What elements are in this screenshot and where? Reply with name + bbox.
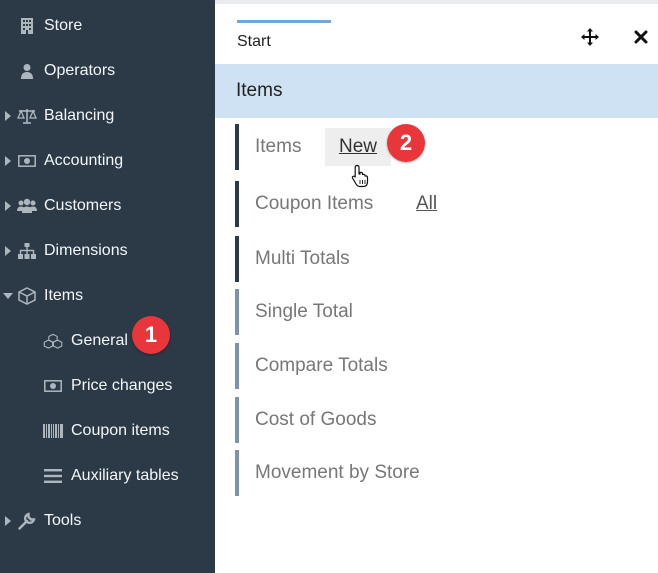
money-bill-icon xyxy=(17,151,37,171)
cubes-icon xyxy=(43,331,63,351)
balance-scale-icon xyxy=(17,106,37,126)
caret-right-icon[interactable] xyxy=(5,201,11,211)
all-link[interactable]: All xyxy=(416,193,437,215)
tab-start[interactable]: Start xyxy=(237,20,331,60)
caret-right-icon[interactable] xyxy=(5,111,11,121)
sidebar-item-label: Store xyxy=(44,17,83,34)
sidebar-item-label: Coupon items xyxy=(71,422,170,439)
hand-pointer-icon xyxy=(351,164,371,188)
report-row-movement-by-store[interactable]: Movement by Store xyxy=(235,450,655,496)
report-row-label: Items xyxy=(255,136,302,157)
money-bill-icon xyxy=(43,376,63,396)
sidebar: Store Operators Balancing Accounting Cus… xyxy=(0,0,215,573)
caret-right-icon[interactable] xyxy=(5,156,11,166)
sidebar-item-label: Customers xyxy=(44,197,122,214)
sidebar-item-label: Operators xyxy=(44,62,116,79)
report-row-multi-totals[interactable]: Multi Totals xyxy=(235,236,655,282)
sidebar-item-label: General xyxy=(71,332,128,349)
section-header-items: Items xyxy=(215,64,658,118)
report-row-coupon-items: Coupon Items All xyxy=(235,181,655,227)
new-link[interactable]: New xyxy=(325,128,391,166)
step-badge-1: 1 xyxy=(132,316,170,354)
sidebar-subitem-price-changes[interactable]: Price changes xyxy=(0,371,215,401)
sidebar-item-customers[interactable]: Customers xyxy=(0,191,215,221)
users-icon xyxy=(17,196,37,216)
sidebar-subitem-auxiliary-tables[interactable]: Auxiliary tables xyxy=(0,461,215,491)
sidebar-item-tools[interactable]: Tools xyxy=(0,506,215,536)
report-row-items: Items New xyxy=(235,124,655,170)
sidebar-subitem-coupon-items[interactable]: Coupon items xyxy=(0,416,215,446)
wrench-icon xyxy=(17,511,37,531)
close-icon[interactable] xyxy=(633,29,649,45)
sidebar-item-label: Accounting xyxy=(44,152,124,169)
report-row-label: Cost of Goods xyxy=(255,409,377,430)
report-row-label: Coupon Items xyxy=(255,193,374,214)
report-row-label: Movement by Store xyxy=(255,462,420,483)
building-icon xyxy=(17,16,37,36)
report-row-single-total[interactable]: Single Total xyxy=(235,289,655,335)
report-row-label: Single Total xyxy=(255,301,353,322)
bars-icon xyxy=(43,466,63,486)
sidebar-item-label: Dimensions xyxy=(44,242,128,259)
sidebar-item-label: Balancing xyxy=(44,107,115,124)
move-icon[interactable] xyxy=(581,28,599,46)
user-icon xyxy=(17,61,37,81)
caret-right-icon[interactable] xyxy=(5,246,11,256)
sidebar-item-items[interactable]: Items xyxy=(0,281,215,311)
report-row-label: Multi Totals xyxy=(255,248,350,269)
sidebar-item-balancing[interactable]: Balancing xyxy=(0,101,215,131)
report-row-label: Compare Totals xyxy=(255,355,388,376)
sidebar-item-label: Tools xyxy=(44,512,82,529)
sitemap-icon xyxy=(17,241,37,261)
cube-icon xyxy=(17,286,37,306)
sidebar-item-operators[interactable]: Operators xyxy=(0,56,215,86)
main-panel: Start Items Items New 2 Coupon Items All… xyxy=(215,0,658,573)
report-row-compare-totals[interactable]: Compare Totals xyxy=(235,343,655,389)
top-divider xyxy=(215,0,658,4)
sidebar-subitem-general[interactable]: General xyxy=(0,326,215,356)
sidebar-item-label: Price changes xyxy=(71,377,173,394)
sidebar-item-store[interactable]: Store xyxy=(0,11,215,41)
sidebar-item-label: Auxiliary tables xyxy=(71,467,179,484)
step-badge-2: 2 xyxy=(387,124,425,162)
sidebar-item-label: Items xyxy=(44,287,84,304)
barcode-icon xyxy=(43,421,63,441)
caret-down-icon[interactable] xyxy=(3,293,13,299)
report-row-cost-of-goods[interactable]: Cost of Goods xyxy=(235,397,655,443)
caret-right-icon[interactable] xyxy=(5,516,11,526)
sidebar-item-accounting[interactable]: Accounting xyxy=(0,146,215,176)
sidebar-item-dimensions[interactable]: Dimensions xyxy=(0,236,215,266)
